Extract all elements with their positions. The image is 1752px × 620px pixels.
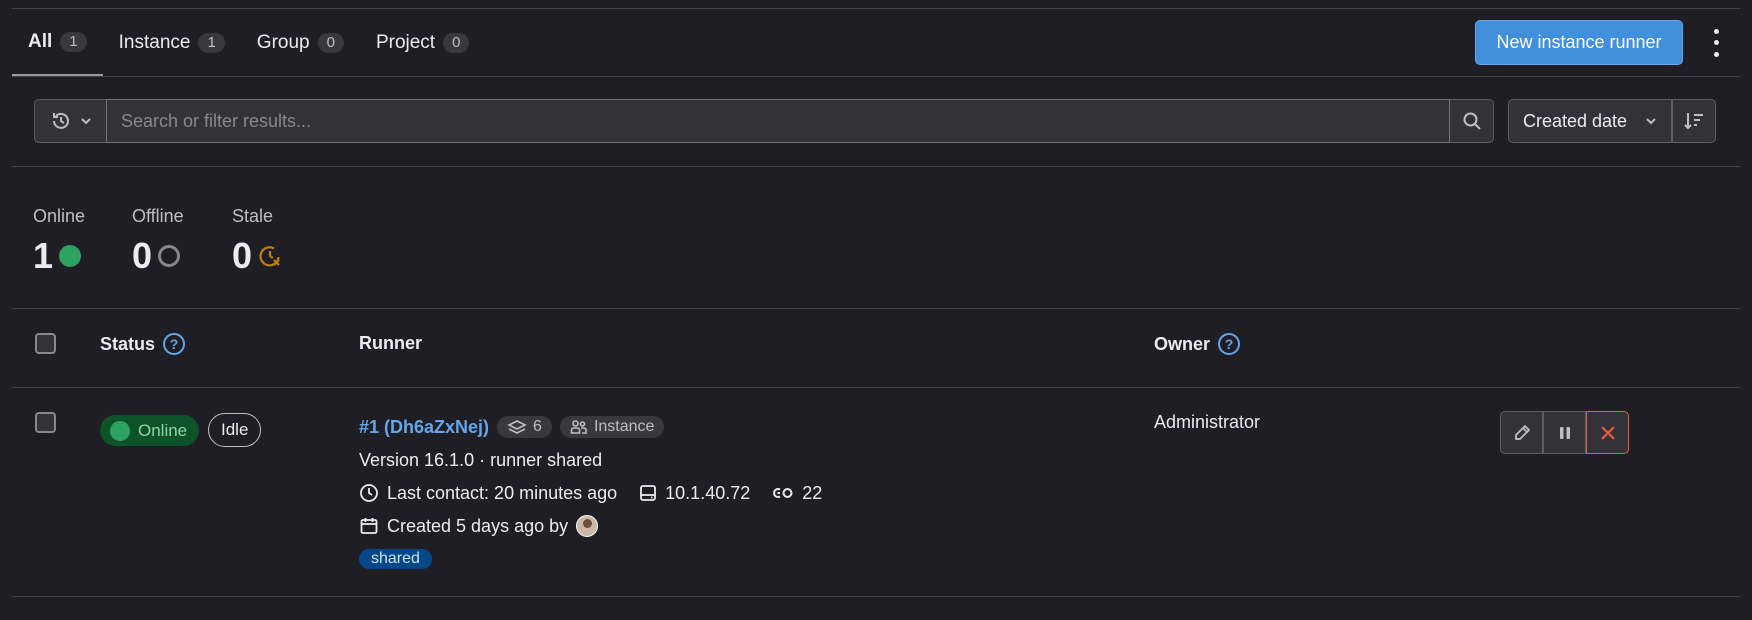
stat-value: 1: [33, 235, 54, 276]
jobs-value: 6: [533, 418, 542, 435]
status-stale-icon: [259, 246, 280, 267]
tab-label: All: [28, 30, 53, 52]
row-checkbox[interactable]: [35, 412, 56, 433]
server-icon: [640, 485, 657, 501]
runner-column-header: Runner: [359, 333, 422, 354]
tab-project[interactable]: Project 0: [360, 9, 485, 77]
stat-stale: Stale 0: [232, 206, 282, 277]
sort-lowest-icon: [1684, 113, 1703, 130]
question-icon[interactable]: ?: [1218, 333, 1241, 355]
column-label: Runner: [359, 333, 422, 353]
jobs-badge: 6: [497, 416, 552, 438]
sort-label: Created date: [1523, 110, 1628, 131]
delete-button[interactable]: [1586, 411, 1629, 454]
last-contact: Last contact: 20 minutes ago: [387, 482, 618, 503]
search-button[interactable]: [1450, 99, 1494, 143]
divider: [12, 308, 1740, 309]
search-input[interactable]: [106, 99, 1450, 143]
owner-cell: Administrator: [1154, 412, 1261, 432]
pause-icon: [1559, 426, 1570, 439]
pencil-icon: [1514, 424, 1530, 440]
clock-icon: [360, 484, 378, 502]
stat-value: 0: [232, 235, 253, 276]
sort-group: Created date: [1508, 99, 1716, 143]
pipeline-icon: [773, 488, 793, 498]
ip-address: 10.1.40.72: [665, 482, 751, 503]
stat-offline: Offline 0: [132, 206, 184, 277]
tab-count: 0: [443, 33, 470, 53]
tab-label: Instance: [118, 32, 191, 53]
tab-count: 1: [198, 33, 225, 53]
avatar[interactable]: [576, 515, 599, 537]
status-column-header: Status ?: [100, 333, 186, 355]
jobs-count: 22: [802, 482, 823, 503]
stat-value: 0: [132, 235, 153, 276]
new-instance-runner-button[interactable]: New instance runner: [1475, 20, 1683, 65]
tab-group[interactable]: Group 0: [241, 9, 360, 77]
close-icon: [1600, 425, 1615, 440]
column-label: Owner: [1154, 333, 1211, 354]
created-info: Created 5 days ago by: [387, 515, 569, 536]
tab-instance[interactable]: Instance 1: [103, 9, 241, 77]
column-label: Status: [100, 333, 156, 354]
runner-type-badge: Instance: [559, 416, 665, 438]
recent-searches-button[interactable]: [34, 99, 106, 143]
divider: [12, 76, 1740, 77]
search-icon: [1463, 112, 1481, 130]
tab-count: 1: [60, 31, 87, 52]
divider: [12, 596, 1740, 597]
status-text: Online: [138, 420, 188, 440]
tab-all[interactable]: All 1: [12, 9, 103, 77]
status-offline-icon: [158, 245, 181, 267]
sort-field-dropdown[interactable]: Created date: [1508, 99, 1672, 143]
divider: [12, 166, 1740, 167]
runner-link[interactable]: #1 (Dh6aZxNej): [359, 417, 489, 438]
status-online-icon: [59, 245, 82, 267]
layers-icon: [507, 420, 527, 434]
more-actions-icon[interactable]: [1705, 26, 1727, 60]
chevron-down-icon: [1646, 118, 1656, 125]
question-icon[interactable]: ?: [163, 333, 186, 355]
stat-label: Offline: [132, 206, 184, 226]
tab-label: Group: [256, 32, 310, 53]
divider: [12, 387, 1740, 388]
filter-bar: [34, 99, 1494, 143]
status-online-icon: [110, 420, 130, 441]
owner-column-header: Owner ?: [1154, 333, 1241, 355]
tab-count: 0: [317, 33, 344, 53]
idle-badge: Idle: [208, 413, 262, 447]
runner-cell: #1 (Dh6aZxNej) 6 Instance Version 16.1.0…: [359, 412, 822, 577]
stat-label: Online: [33, 206, 86, 226]
calendar-icon: [360, 518, 378, 534]
pause-button[interactable]: [1543, 411, 1586, 454]
select-all-checkbox[interactable]: [35, 333, 56, 354]
stat-label: Stale: [232, 206, 274, 226]
history-icon: [52, 112, 69, 129]
status-badge: Online: [100, 415, 200, 446]
runner-type-label: Instance: [593, 418, 655, 435]
stat-online: Online 1: [33, 206, 85, 277]
tab-label: Project: [375, 32, 436, 53]
sort-direction-button[interactable]: [1672, 99, 1716, 143]
row-actions: [1500, 411, 1629, 454]
runner-version: Version 16.1.0 · runner shared: [359, 449, 603, 470]
edit-button[interactable]: [1500, 411, 1543, 454]
chevron-down-icon: [80, 118, 91, 125]
users-icon: [570, 420, 587, 434]
tag-badge[interactable]: shared: [359, 549, 432, 569]
